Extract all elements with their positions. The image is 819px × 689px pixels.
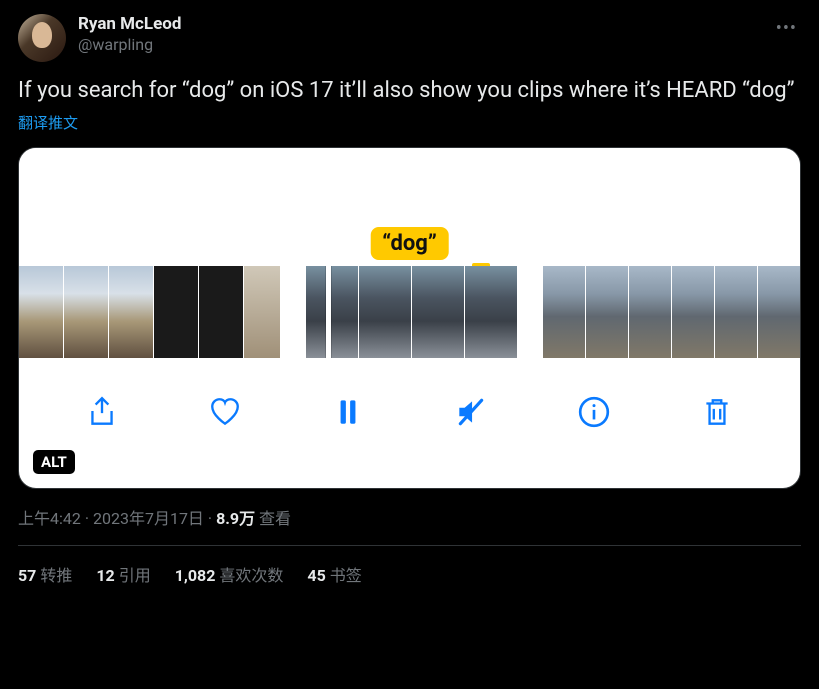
engagement-stats: 57转推 12引用 1,082喜欢次数 45书签 <box>18 546 801 602</box>
thumbnail-frame <box>412 266 464 358</box>
thumbnail-frame <box>465 266 517 358</box>
thumbnail-frame <box>19 266 63 358</box>
thumbnail-frame <box>672 266 714 358</box>
clip-group-3[interactable] <box>543 266 800 358</box>
tweet-container: Ryan McLeod @warpling ••• If you search … <box>0 0 819 602</box>
share-button[interactable] <box>79 389 125 435</box>
more-options-icon[interactable]: ••• <box>772 14 801 43</box>
share-icon <box>85 395 119 429</box>
views-count: 8.9万 <box>216 509 255 528</box>
info-icon <box>577 395 611 429</box>
thumbnail-frame <box>629 266 671 358</box>
translate-link[interactable]: 翻译推文 <box>18 112 78 133</box>
thumbnail-frame <box>359 266 411 358</box>
pause-button[interactable] <box>325 389 371 435</box>
retweets-count: 57 <box>18 566 36 585</box>
display-name: Ryan McLeod <box>78 14 760 35</box>
speaker-muted-icon <box>454 395 488 429</box>
heart-icon <box>208 395 242 429</box>
likes-count: 1,082 <box>175 566 216 585</box>
media-header-area: “dog” <box>19 148 800 266</box>
retweets-stat[interactable]: 57转推 <box>18 562 72 586</box>
tweet-header: Ryan McLeod @warpling ••• <box>18 14 801 62</box>
bookmarks-count: 45 <box>307 566 325 585</box>
thumbnail-frame <box>586 266 628 358</box>
delete-button[interactable] <box>694 389 740 435</box>
caption-bubble: “dog” <box>370 227 449 260</box>
quotes-stat[interactable]: 12引用 <box>96 562 150 586</box>
media-attachment[interactable]: “dog” <box>18 147 801 489</box>
thumbnail-frame <box>64 266 108 358</box>
quotes-count: 12 <box>96 566 114 585</box>
thumbnail-frame <box>715 266 757 358</box>
favorite-button[interactable] <box>202 389 248 435</box>
timestamp-date[interactable]: 2023年7月17日 <box>93 509 204 528</box>
media-toolbar <box>19 358 800 466</box>
tweet-text: If you search for “dog” on iOS 17 it’ll … <box>18 76 801 106</box>
thumbnail-frame <box>543 266 585 358</box>
thumbnail-frame <box>244 266 280 358</box>
thumbnail-frame <box>306 266 358 358</box>
trash-icon <box>700 395 734 429</box>
likes-stat[interactable]: 1,082喜欢次数 <box>175 562 284 586</box>
clip-group-2[interactable] <box>306 266 517 358</box>
alt-badge[interactable]: ALT <box>33 450 75 474</box>
author-block[interactable]: Ryan McLeod @warpling <box>78 14 760 55</box>
bookmarks-stat[interactable]: 45书签 <box>307 562 361 586</box>
avatar[interactable] <box>18 14 66 62</box>
timestamp-time[interactable]: 上午4:42 <box>18 509 81 528</box>
thumbnail-frame <box>109 266 153 358</box>
thumbnail-frame <box>154 266 198 358</box>
playhead-indicator[interactable] <box>326 266 331 358</box>
pause-icon <box>331 395 365 429</box>
clip-group-1[interactable] <box>19 266 280 358</box>
video-filmstrip[interactable] <box>19 266 800 358</box>
mute-button[interactable] <box>448 389 494 435</box>
thumbnail-frame <box>758 266 800 358</box>
info-button[interactable] <box>571 389 617 435</box>
views-label: 查看 <box>255 509 291 528</box>
thumbnail-frame <box>199 266 243 358</box>
tweet-meta: 上午4:42 · 2023年7月17日 · 8.9万 查看 <box>18 505 801 546</box>
author-handle: @warpling <box>78 35 760 55</box>
